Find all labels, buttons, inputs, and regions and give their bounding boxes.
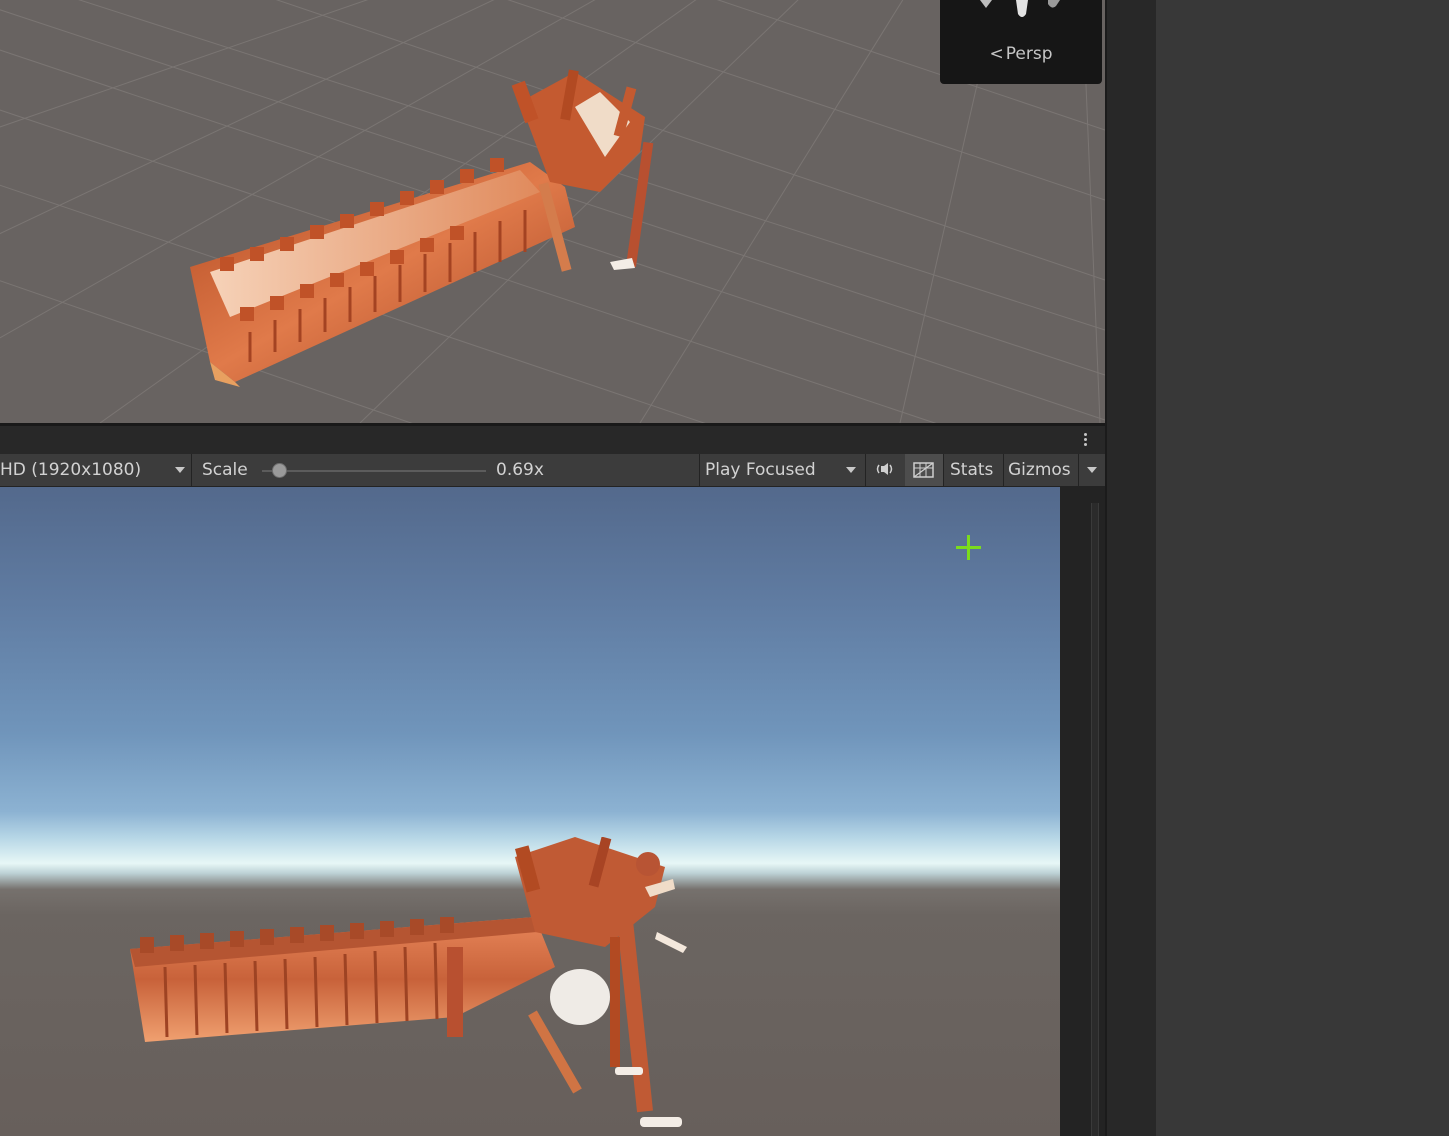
game-view[interactable] [0, 487, 1060, 1136]
game-tab-header [0, 426, 1105, 454]
aspect-toggle-button[interactable] [905, 454, 943, 486]
chevron-down-icon [846, 467, 856, 473]
game-toolbar: HD (1920x1080) Scale 0.69x Play Focused … [0, 454, 1105, 487]
side-panel-strip [1107, 0, 1156, 1136]
orientation-gizmo-icon[interactable] [940, 0, 1102, 30]
play-mode-label: Play Focused [705, 460, 816, 480]
scale-slider-handle[interactable] [271, 463, 287, 478]
scene-view[interactable]: < Persp [0, 0, 1105, 423]
toolbar-divider [191, 454, 192, 486]
resolution-dropdown[interactable]: HD (1920x1080) [0, 454, 190, 486]
scene-model[interactable] [180, 62, 670, 392]
mute-audio-button[interactable] [866, 454, 904, 486]
toolbar-divider [1003, 454, 1004, 486]
scale-label: Scale [202, 460, 248, 480]
game-model[interactable] [125, 837, 695, 1136]
toolbar-divider [699, 454, 700, 486]
gizmos-dropdown[interactable] [1079, 454, 1105, 486]
gizmos-toggle-button[interactable]: Gizmos [1008, 454, 1071, 486]
speaker-icon [876, 462, 893, 475]
more-options-icon[interactable] [1078, 431, 1092, 449]
chevron-down-icon [175, 467, 185, 473]
toolbar-divider [943, 454, 944, 486]
resolution-label: HD (1920x1080) [0, 460, 142, 480]
chevron-left-icon: < [989, 44, 1004, 64]
chevron-down-icon [1087, 467, 1097, 473]
camera-mode-label: Persp [1005, 44, 1053, 64]
play-mode-dropdown[interactable]: Play Focused [705, 454, 865, 486]
scale-slider-track[interactable] [262, 470, 486, 472]
vertical-scrollbar[interactable] [1091, 503, 1099, 1136]
inspector-panel [1156, 0, 1449, 1136]
aspect-grid-icon [913, 462, 934, 478]
crosshair-icon [956, 535, 981, 560]
scale-value: 0.69x [496, 460, 544, 480]
stats-button[interactable]: Stats [950, 454, 993, 486]
orientation-gizmo[interactable]: < Persp [940, 0, 1102, 84]
camera-mode-toggle[interactable]: < Persp [940, 44, 1102, 64]
